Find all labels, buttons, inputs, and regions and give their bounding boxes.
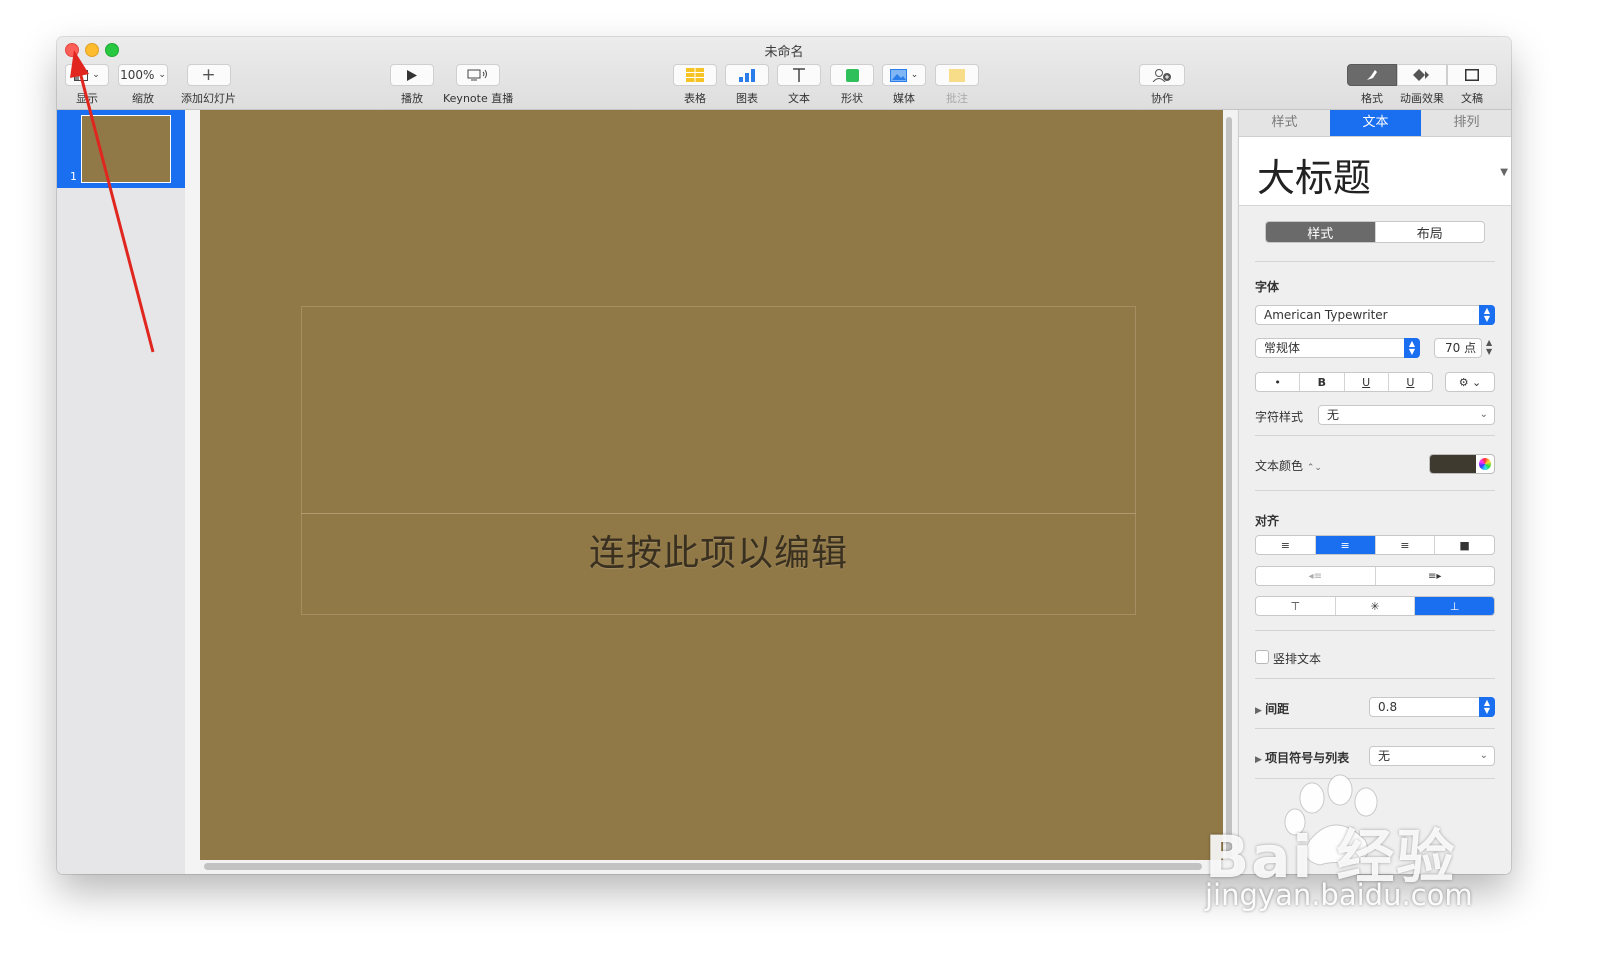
watermark-url: jingyan.baidu.com (1205, 878, 1473, 912)
